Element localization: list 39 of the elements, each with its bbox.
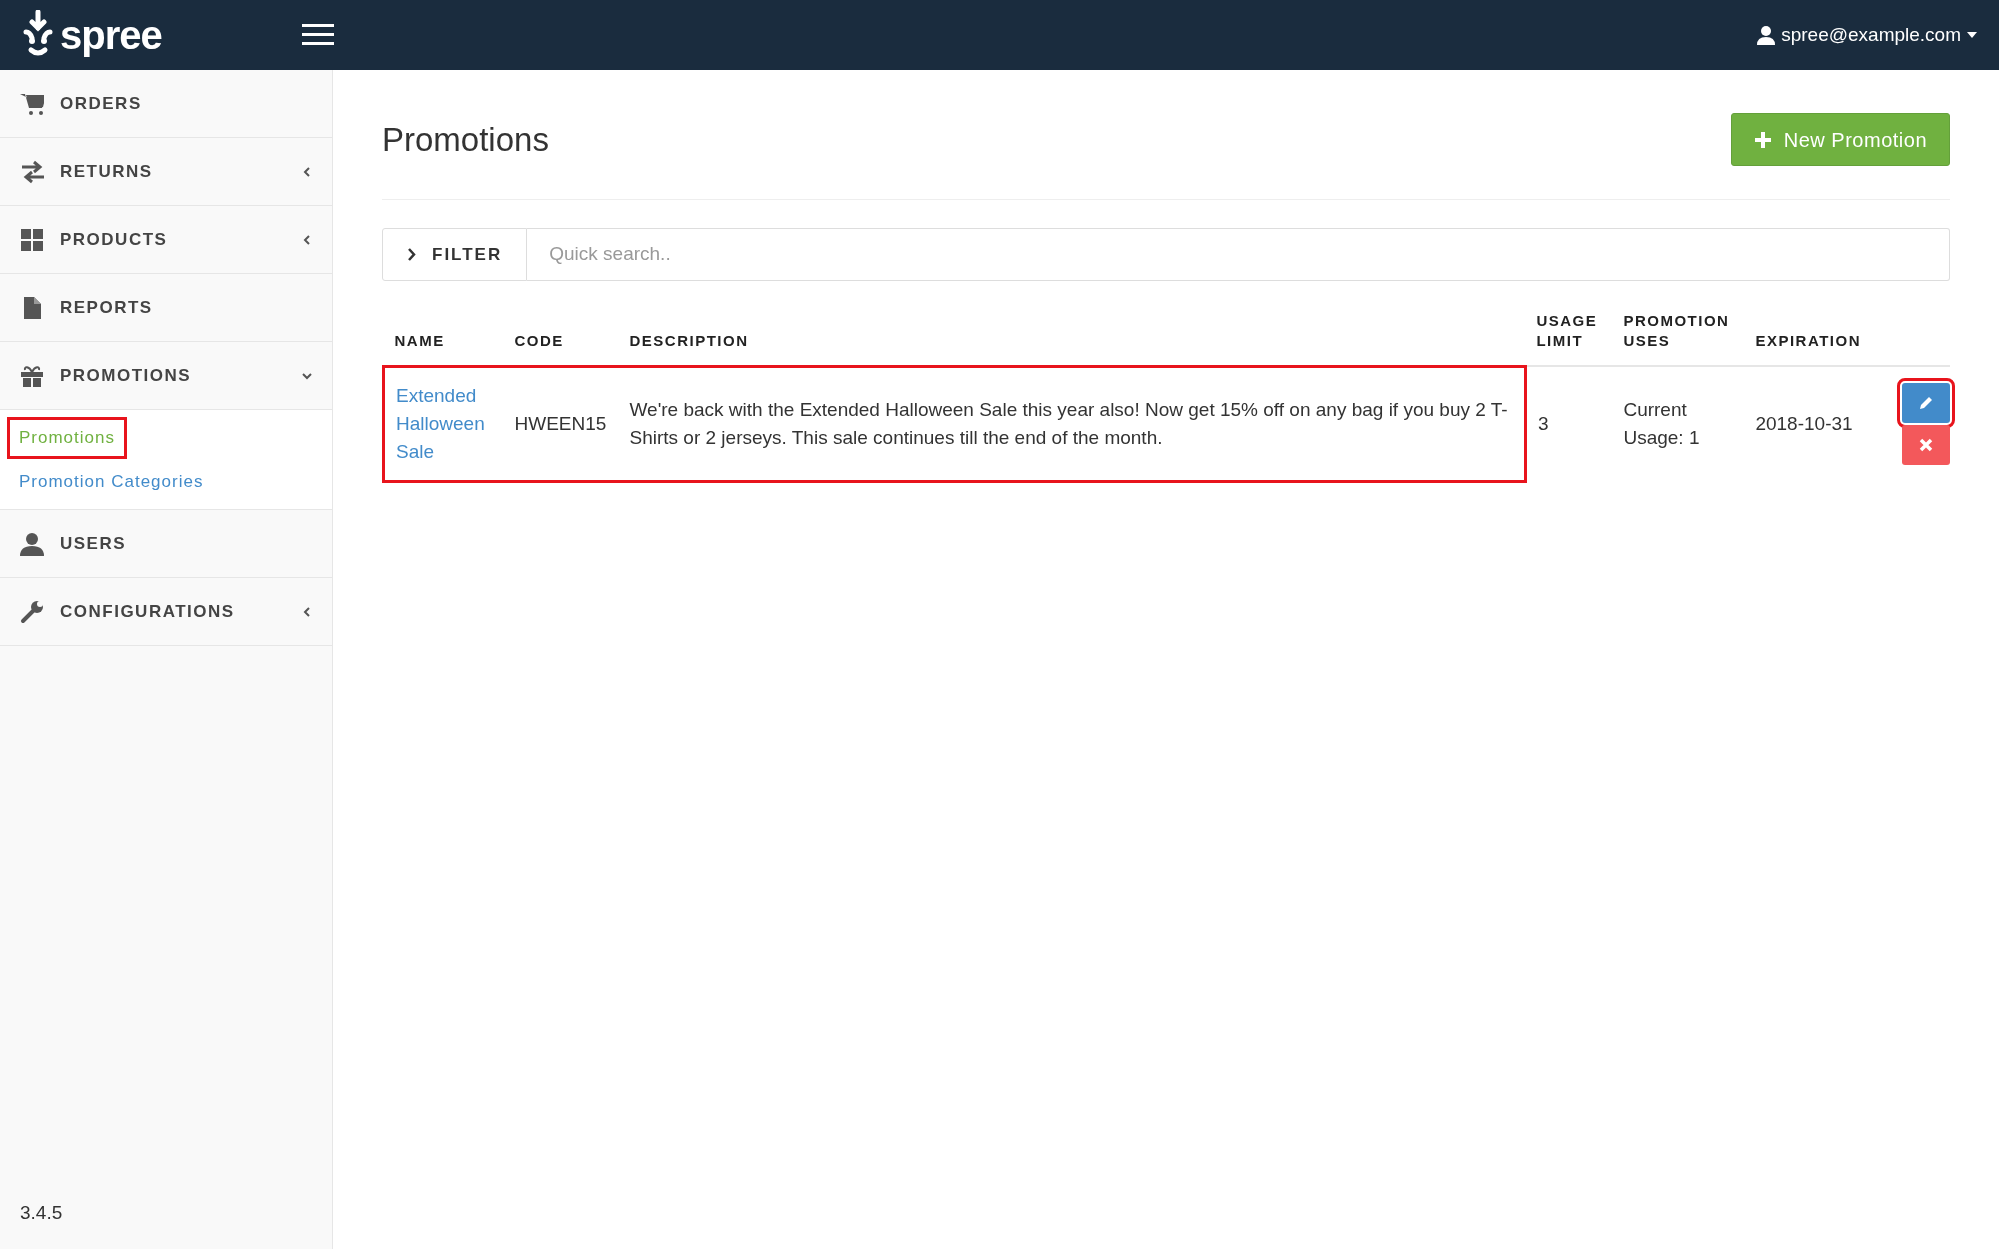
- sidebar-item[interactable]: PRODUCTS: [0, 206, 332, 274]
- pencil-icon: [1918, 395, 1934, 411]
- column-header: NAME: [383, 303, 504, 366]
- delete-button[interactable]: [1902, 425, 1950, 465]
- user-icon: [20, 531, 44, 556]
- page-title: Promotions: [382, 119, 549, 160]
- column-header: EXPIRATION: [1744, 303, 1872, 366]
- caret-icon: [1967, 32, 1977, 38]
- sidebar-item[interactable]: RETURNS: [0, 138, 332, 206]
- table-cell: 3: [1525, 366, 1613, 481]
- column-header: DESCRIPTION: [618, 303, 1526, 366]
- table-cell: We're back with the Extended Halloween Sale this year also! Now get 15% off on any bag if you buy 2 T-Shirts or 2 jerseys. This sale continues till the end of the month.: [618, 366, 1526, 481]
- user-menu[interactable]: spree@example.com: [1757, 20, 1977, 50]
- plus-icon: [1753, 130, 1772, 149]
- menu-icon[interactable]: [302, 24, 334, 46]
- sidebar-subitem[interactable]: Promotion Categories: [10, 463, 213, 499]
- column-header: USAGE LIMIT: [1525, 303, 1613, 366]
- cart-icon: [20, 91, 44, 116]
- logo-text: spree: [60, 15, 162, 55]
- promotion-link[interactable]: Extended Halloween Sale: [383, 366, 504, 481]
- sidebar-item[interactable]: ORDERS: [0, 70, 332, 138]
- sidebar-item[interactable]: CONFIGURATIONS: [0, 578, 332, 646]
- close-icon: [1919, 438, 1933, 452]
- filter-button[interactable]: FILTER: [382, 228, 528, 281]
- user-icon: [1757, 25, 1776, 45]
- wrench-icon: [20, 599, 44, 624]
- table-cell: HWEEN15: [503, 366, 619, 481]
- table-cell: Current Usage: 1: [1612, 366, 1745, 481]
- sidebar-item[interactable]: USERS: [0, 510, 332, 578]
- search-field[interactable]: Quick search..: [527, 228, 1950, 281]
- version-text: 3.4.5: [20, 1200, 64, 1225]
- arrows-icon: [20, 159, 44, 184]
- table-cell: 2018-10-31: [1744, 366, 1872, 481]
- sidebar-item[interactable]: REPORTS: [0, 274, 332, 342]
- gift-icon: [20, 363, 44, 388]
- chevron-right-icon: [407, 248, 416, 261]
- column-header: PROMOTION USES: [1612, 303, 1745, 366]
- column-header: CODE: [503, 303, 619, 366]
- grid-icon: [20, 227, 44, 252]
